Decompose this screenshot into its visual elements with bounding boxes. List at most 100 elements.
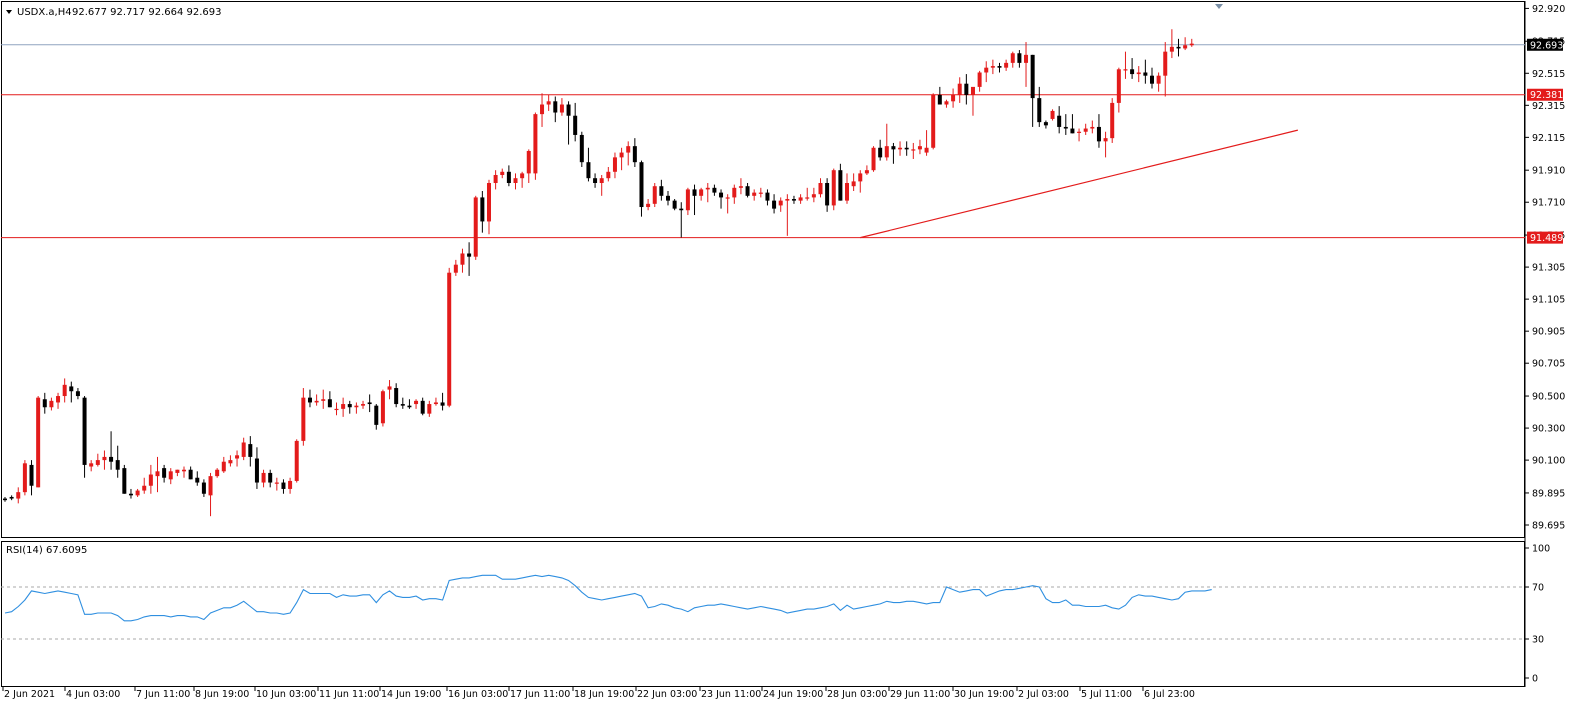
candle-body [838,170,843,201]
candle-body [1063,126,1068,129]
candle-body [374,405,379,425]
candle-body [75,391,80,397]
candle-body [115,460,120,470]
candle-body [460,253,465,265]
candle-body [433,402,438,405]
chart-window: 92.92092.71592.51592.31592.11591.91091.7… [0,0,1582,714]
candle-body [719,192,724,198]
time-tick-label: 7 Jun 11:00 [136,689,190,700]
candle-body [619,152,624,158]
candle-body [148,474,153,486]
candle-body [182,469,187,472]
candle-body [420,400,425,414]
candle-body [16,492,21,499]
candle-body [845,183,850,201]
candle [1110,98,1115,143]
candle-body [579,134,584,163]
candle-body [3,498,7,501]
price-tick-label: 91.910 [1532,166,1565,177]
candle-body [772,200,777,209]
candle-body [301,397,306,441]
candle-body [49,400,54,408]
candle-body [951,94,956,102]
candle-body [712,187,717,193]
candle-body [407,405,412,408]
candle-body [354,405,359,408]
candle-body [1149,75,1154,84]
candle-body [188,469,193,480]
candle-body [520,173,525,179]
candle-body [69,386,74,392]
candle-body [241,442,246,457]
candle-body [440,402,445,406]
candle-body [1017,53,1022,63]
candle [871,146,876,172]
candle [579,131,584,167]
time-tick-label: 24 Jun 19:00 [763,689,823,700]
candle-body [1037,98,1042,123]
candle-body [831,170,836,206]
candle-body [307,397,312,403]
candle-body [175,469,180,473]
candle-body [321,399,326,401]
candle-body [533,114,538,174]
candle-body [818,183,823,195]
time-tick-label: 23 Jun 11:00 [701,689,761,700]
candle [652,183,657,208]
candle-body [553,101,558,113]
price-tick-label: 90.705 [1532,359,1565,370]
candle-body [765,192,770,201]
candle-body [864,170,869,174]
candle [447,267,452,408]
candle-body [288,480,293,489]
candle-body [891,146,896,150]
candle-body [281,482,286,489]
candle-body [679,208,684,211]
candle-body [1189,43,1194,46]
ohlc-label: 92.677 92.717 92.664 92.693 [72,7,222,18]
candle-body [195,477,200,483]
candle-body [102,456,107,461]
candle-body [798,197,803,201]
time-tick-label: 17 Jun 11:00 [510,689,570,700]
candle-body [725,197,730,199]
candle-body [878,147,883,158]
candle-body [699,189,704,196]
candle [831,168,836,211]
rsi-panel-frame [1,541,1525,687]
candle-body [931,94,936,148]
candle-body [427,404,432,414]
time-tick-label: 2 Jul 03:00 [1018,689,1069,700]
candle-body [1130,69,1135,75]
candle-body [208,476,213,496]
price-tick-label: 89.695 [1532,520,1565,531]
candle-body [235,455,240,459]
candle-body [248,444,253,457]
candle-body [984,67,989,73]
candle-body [56,396,61,403]
time-tick-label: 22 Jun 03:00 [637,689,697,700]
candle-body [659,186,664,196]
candle-body [9,496,14,499]
candle-body [168,471,173,480]
candle-body [1163,51,1168,76]
rsi-tick-label: 0 [1532,674,1538,685]
time-axis: 2 Jun 2021 4 Jun 03:00 7 Jun 11:00 8 Jun 19… [2,687,1195,700]
candle-body [361,404,366,406]
candle-body [977,72,982,87]
candle-body [22,463,27,493]
price-tick-label: 91.105 [1532,295,1565,306]
candle-body [917,146,922,150]
candle-body [898,147,903,150]
candle-body [758,192,763,194]
candle-body [825,183,830,206]
rsi-tick-label: 30 [1532,635,1544,646]
candle-body [791,199,796,201]
candle-body [805,197,810,199]
candle-body [1043,122,1048,126]
candle-body [1077,131,1082,133]
candle-body [506,171,511,184]
price-tick-label: 90.100 [1532,456,1565,467]
candle-body [1083,128,1088,132]
candle-body [871,147,876,171]
